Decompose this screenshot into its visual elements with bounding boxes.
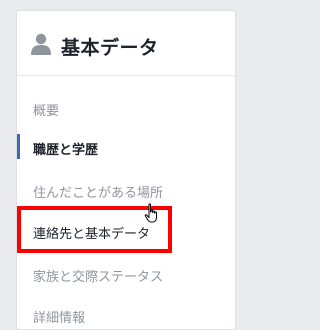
nav-item-label: 家族と交際ステータス [33, 270, 164, 285]
active-indicator [17, 134, 20, 159]
person-icon [31, 33, 51, 55]
nav-item-places-lived[interactable]: 住んだことがある場所 [17, 173, 235, 207]
nav-item-label: 住んだことがある場所 [33, 186, 164, 201]
nav-item-family-relationships[interactable]: 家族と交際ステータス [17, 257, 235, 291]
nav-item-details[interactable]: 詳細情報 [17, 298, 235, 329]
nav-item-label: 連絡先と基本データ [33, 227, 151, 242]
nav-item-label: 職歴と学歴 [33, 143, 99, 158]
about-panel: 基本データ 概要 職歴と学歴 住んだことがある場所 連絡先と基本データ 家族と交… [16, 10, 236, 330]
nav-item-label: 概要 [33, 104, 60, 119]
nav-item-overview[interactable]: 概要 [17, 91, 235, 125]
panel-header: 基本データ [17, 11, 235, 76]
page-title: 基本データ [61, 37, 159, 59]
nav-item-label: 詳細情報 [33, 311, 86, 326]
nav-item-work-education[interactable]: 職歴と学歴 [17, 130, 235, 164]
nav-item-contact-basic-info[interactable]: 連絡先と基本データ [17, 214, 235, 248]
